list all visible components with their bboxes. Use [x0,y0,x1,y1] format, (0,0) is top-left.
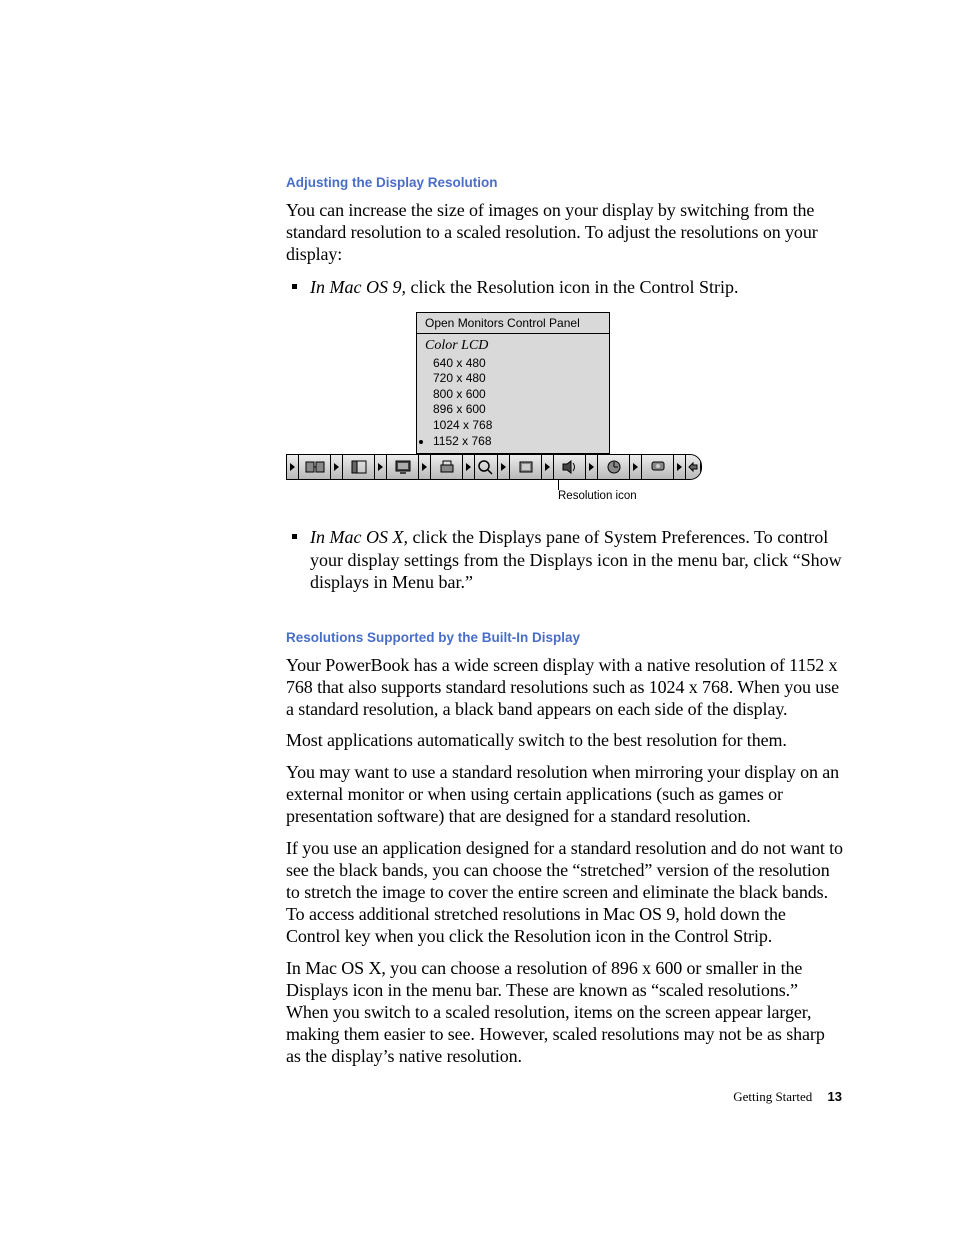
resolution-popup-menu[interactable]: Open Monitors Control Panel Color LCD 64… [416,312,610,454]
heading-adjusting: Adjusting the Display Resolution [286,175,843,190]
callout-resolution-icon: Resolution icon [558,490,843,502]
arrow-icon[interactable] [674,455,686,479]
popup-body: Color LCD 640 x 480 720 x 480 800 x 600 … [417,334,609,453]
appswitcher-icon[interactable] [343,455,375,479]
bullet-os9-text: click the Resolution icon in the Control… [406,277,738,297]
popup-item[interactable]: 800 x 600 [425,387,601,403]
control-strip[interactable] [286,454,702,480]
control-strip-container [286,454,702,480]
grip-tab-icon[interactable] [701,455,702,479]
arrow-icon[interactable] [331,455,343,479]
arrow-icon[interactable] [542,455,554,479]
popup-item[interactable]: 1024 x 768 [425,418,601,434]
bullet-osx: In Mac OS X, click the Displays pane of … [286,526,843,594]
para-mirroring: You may want to use a standard resolutio… [286,762,843,828]
cpu-icon[interactable] [598,455,630,479]
bullet-list-2: In Mac OS X, click the Displays pane of … [286,526,843,594]
bullet-osx-prefix: In Mac OS X, [310,527,408,547]
popup-display-name: Color LCD [425,337,601,355]
footer-page-number: 13 [828,1089,842,1104]
collapse-tab-icon[interactable] [287,455,299,479]
bullet-list-1: In Mac OS 9, click the Resolution icon i… [286,276,843,299]
arrow-icon[interactable] [586,455,598,479]
para-auto-switch: Most applications automatically switch t… [286,730,843,752]
para-native-res: Your PowerBook has a wide screen display… [286,655,843,721]
filesharing-icon[interactable] [299,455,331,479]
arrow-icon[interactable] [463,455,475,479]
footer-chapter: Getting Started [733,1089,812,1104]
para-scaled: In Mac OS X, you can choose a resolution… [286,958,843,1068]
arrow-icon[interactable] [419,455,431,479]
page: Adjusting the Display Resolution You can… [0,0,954,1235]
speaker-icon[interactable] [554,455,586,479]
popup-header[interactable]: Open Monitors Control Panel [417,313,609,334]
keyboard-icon[interactable] [686,455,701,479]
bullet-os9-prefix: In Mac OS 9, [310,277,406,297]
callout-line [558,480,559,490]
popup-item[interactable]: 720 x 480 [425,371,601,387]
popup-item-selected[interactable]: 1152 x 768 [425,434,601,450]
arrow-icon[interactable] [498,455,510,479]
energy-icon[interactable] [642,455,674,479]
appletalk-icon[interactable] [510,455,542,479]
popup-item[interactable]: 896 x 600 [425,402,601,418]
content-column: Adjusting the Display Resolution You can… [286,175,843,1068]
zoom-icon[interactable] [475,455,498,479]
figure-resolution-menu: Open Monitors Control Panel Color LCD 64… [286,312,843,502]
printer-icon[interactable] [431,455,463,479]
intro-para: You can increase the size of images on y… [286,200,843,266]
para-stretched: If you use an application designed for a… [286,838,843,948]
popup-item[interactable]: 640 x 480 [425,356,601,372]
heading-resolutions-supported: Resolutions Supported by the Built-In Di… [286,630,843,645]
arrow-icon[interactable] [375,455,387,479]
footer: Getting Started 13 [733,1089,842,1105]
monitor-icon[interactable] [387,455,419,479]
arrow-icon[interactable] [630,455,642,479]
bullet-os9: In Mac OS 9, click the Resolution icon i… [286,276,843,299]
